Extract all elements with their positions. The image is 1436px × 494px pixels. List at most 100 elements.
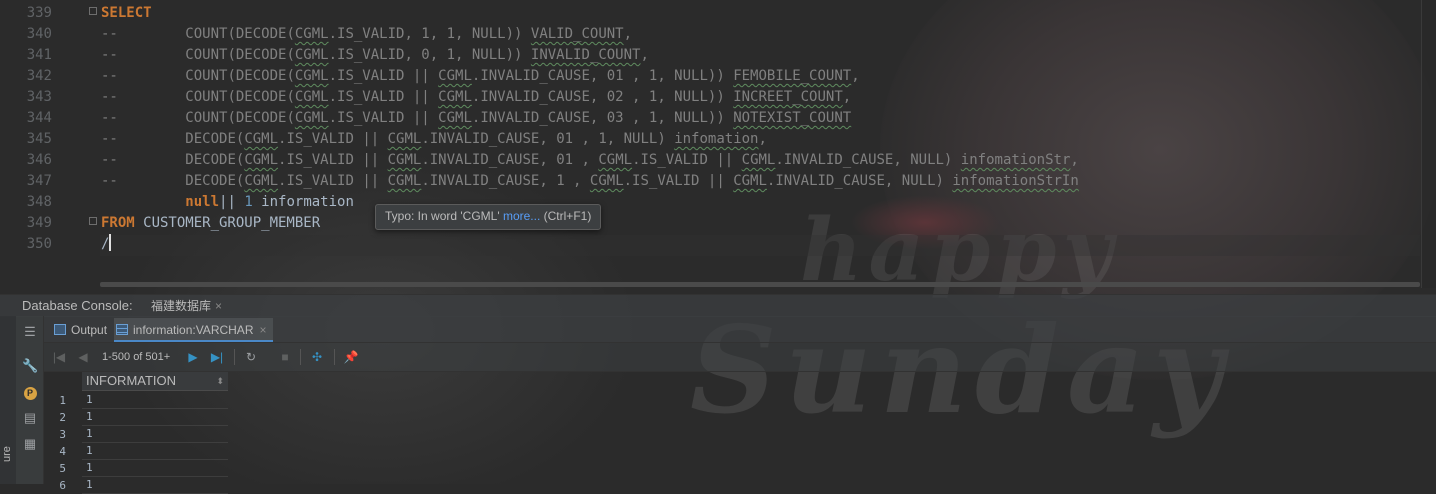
line-number: 345 [26,131,52,147]
code-line[interactable]: 347 -- DECODE(CGML.IS_VALID || CGML.INVAL… [0,171,1436,192]
code-line[interactable]: 340 -- COUNT(DECODE(CGML.IS_VALID, 1, 1, … [0,24,1436,45]
wrench-icon[interactable]: 🔧 [22,358,38,374]
code-line[interactable]: 345 -- DECODE(CGML.IS_VALID || CGML.INVAL… [0,129,1436,150]
table-row[interactable]: 21 [44,409,228,426]
column-header-label: INFORMATION [86,373,177,388]
code-token: CGML [733,173,767,189]
table-row[interactable]: 31 [44,426,228,443]
code-line[interactable]: 342 -- COUNT(DECODE(CGML.IS_VALID || CGML… [0,66,1436,87]
code-token: .INVALID_CAUSE, 01 , 1, NULL)) [471,68,734,84]
layout-toggle-icon[interactable]: ✣ [308,348,326,366]
error-stripe[interactable] [1422,0,1436,288]
tab-output[interactable]: Output [50,318,111,342]
code-text: FROM CUSTOMER_GROUP_MEMBER [101,213,329,234]
cell-value: 1 [86,461,93,474]
code-token: , [1070,152,1079,168]
code-text: null|| 1 information [101,192,354,213]
code-token: information [252,194,354,210]
console-title: Database Console: [22,298,133,313]
code-line[interactable]: 350 / [0,234,1436,255]
first-page-icon[interactable]: |◀ [50,348,68,366]
code-token: CGML [438,89,472,105]
code-line[interactable]: 349 FROM CUSTOMER_GROUP_MEMBER [0,213,1436,234]
code-token: .IS_VALID, 1, 1, NULL)) [328,26,531,42]
tab-information-label: information:VARCHAR [133,323,254,337]
code-token: CGML [294,47,329,63]
console-tab-label: 福建数据库 [151,299,212,313]
stop-icon[interactable]: ■ [276,348,294,366]
code-token: .IS_VALID || [278,131,388,147]
row-number: 4 [59,445,66,458]
add-pin-icon[interactable]: ▤ [22,410,38,426]
table-row[interactable]: 41 [44,443,228,460]
tooltip-text: Typo: In word 'CGML' [385,209,503,223]
vertical-tool-label[interactable]: ure [1,446,13,462]
table-cell[interactable]: 1 [82,426,228,443]
pin-icon[interactable]: 📌 [342,348,360,366]
tab-information[interactable]: information:VARCHAR × [114,318,273,342]
row-number: 5 [59,462,66,475]
code-text: -- COUNT(DECODE(CGML.IS_VALID || CGML.IN… [101,66,860,87]
row-number: 6 [59,479,66,492]
layout-icon[interactable]: ☰ [22,324,38,340]
sort-icon[interactable]: ⬍ [216,372,224,390]
code-line[interactable]: 339 SELECT [0,3,1436,24]
table-cell[interactable]: 1 [82,409,228,426]
line-number: 349 [26,215,52,231]
text-caret [109,234,112,251]
code-token: -- [101,26,186,42]
results-toolbar: |◀ ◀ 1-500 of 501+ ▶ ▶| ↻ ■ ✣ 📌 [44,343,1436,372]
next-page-icon[interactable]: ▶ [184,348,202,366]
code-token: -- [101,152,186,168]
grid-layout-icon[interactable]: ▦ [22,436,38,452]
table-cell[interactable]: 1 [82,443,228,460]
code-line[interactable]: 346 -- DECODE(CGML.IS_VALID || CGML.INVAL… [0,150,1436,171]
tooltip-more-link[interactable]: more... [503,209,540,223]
code-token: COUNT(DECODE( [185,89,295,105]
code-token: COUNT(DECODE( [185,110,295,126]
code-token: CGML [741,152,776,168]
code-line[interactable]: 341 -- COUNT(DECODE(CGML.IS_VALID, 0, 1, … [0,45,1436,66]
fold-marker-icon[interactable] [89,7,97,15]
output-icon [54,324,66,335]
code-token: .INVALID_CAUSE, NULL) [766,173,953,189]
line-number: 350 [26,236,52,252]
code-line[interactable]: 344 -- COUNT(DECODE(CGML.IS_VALID || CGML… [0,108,1436,129]
horizontal-scrollbar[interactable] [100,282,1420,287]
code-line[interactable]: 343 -- COUNT(DECODE(CGML.IS_VALID || CGML… [0,87,1436,108]
refresh-icon[interactable]: ↻ [242,348,260,366]
code-token: .INVALID_CAUSE, 01 , 1, NULL) [421,131,675,147]
code-token: .INVALID_CAUSE, 03 , 1, NULL)) [471,110,734,126]
toolbar-separator [334,349,335,365]
code-text: -- COUNT(DECODE(CGML.IS_VALID, 1, 1, NUL… [101,24,632,45]
row-number: 2 [59,411,66,424]
code-token: CGML [294,26,329,42]
table-cell[interactable]: 1 [82,477,228,494]
code-token: .IS_VALID || [278,152,388,168]
table-cell[interactable]: 1 [82,392,228,409]
code-text: -- COUNT(DECODE(CGML.IS_VALID || CGML.IN… [101,108,851,129]
code-token: CGML [387,173,422,189]
line-number: 340 [26,26,52,42]
cell-value: 1 [86,393,93,406]
fold-marker-icon[interactable] [89,217,97,225]
column-header-information[interactable]: INFORMATION ⬍ [82,372,228,391]
close-icon[interactable]: × [259,323,266,337]
tab-output-label: Output [71,323,108,337]
code-token: SELECT [101,5,152,21]
table-cell[interactable]: 1 [82,460,228,477]
console-tab[interactable]: 福建数据库 × [143,295,230,317]
table-row[interactable]: 11 [44,392,228,409]
table-row[interactable]: 51 [44,460,228,477]
close-icon[interactable]: × [215,299,222,313]
code-editor[interactable]: 339 SELECT 340 -- COUNT(DECODE(CGML.IS_VALI… [0,0,1436,288]
parameters-icon[interactable]: P [22,384,38,400]
last-page-icon[interactable]: ▶| [208,348,226,366]
code-line[interactable]: 348 null|| 1 information [0,192,1436,213]
previous-page-icon[interactable]: ◀ [74,348,92,366]
code-token: , [851,68,860,84]
code-text: -- DECODE(CGML.IS_VALID || CGML.INVALID_… [101,150,1079,171]
table-row[interactable]: 61 [44,477,228,494]
line-number: 342 [26,68,52,84]
